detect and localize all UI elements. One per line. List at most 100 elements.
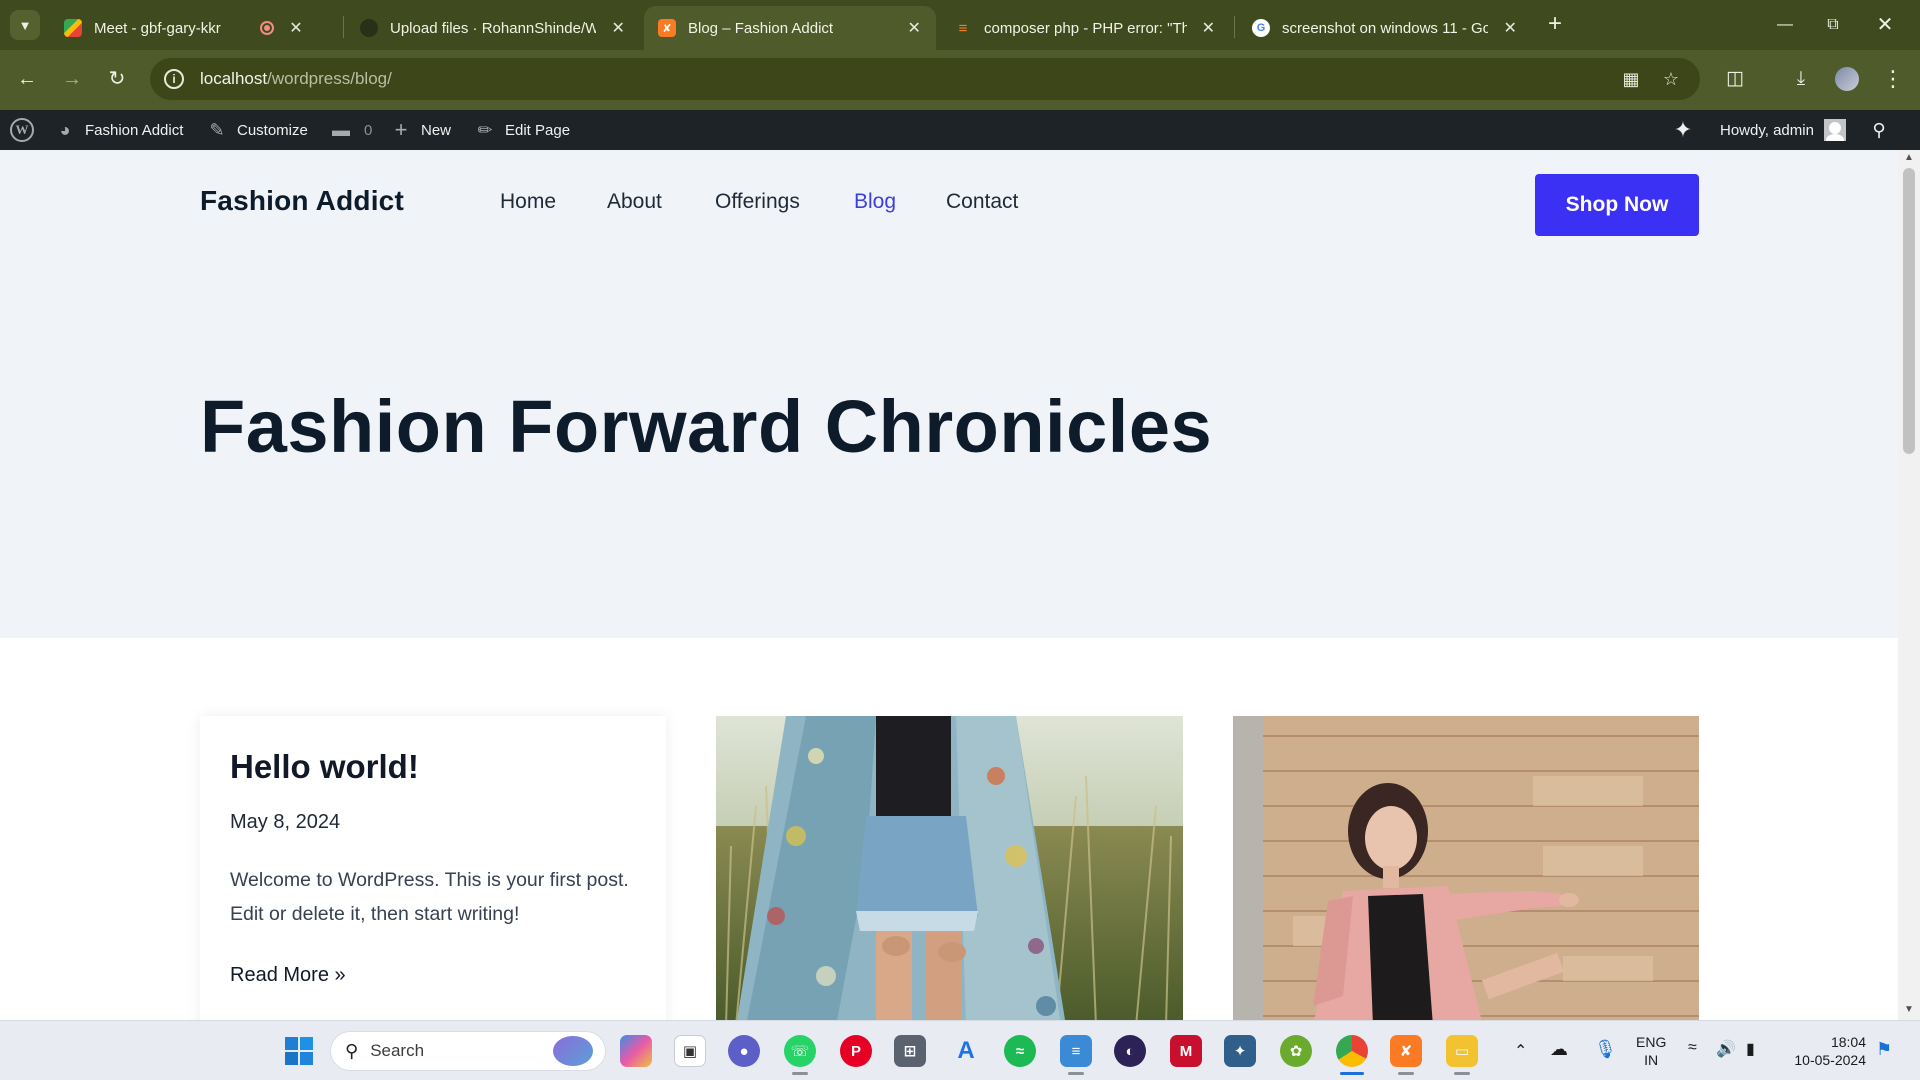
dashboard-gauge-icon: ◕ (59, 119, 71, 140)
show-hidden-icons-button[interactable]: ⌃ (1514, 1041, 1527, 1061)
nav-home[interactable]: Home (500, 190, 556, 214)
windows-start-button[interactable] (283, 1035, 315, 1067)
chrome-icon[interactable] (1336, 1035, 1368, 1067)
avatar (1823, 119, 1846, 141)
wordpress-logo[interactable]: W (10, 110, 34, 150)
admin-account-menu[interactable]: Howdy, admin (1720, 110, 1846, 150)
teams-chat-icon[interactable]: ● (728, 1035, 760, 1067)
whatsapp-icon[interactable]: ☏ (784, 1035, 816, 1067)
task-view-icon[interactable]: ▣ (674, 1035, 706, 1067)
admin-customize-link[interactable]: ✎ Customize (206, 110, 307, 150)
search-icon: ⚲ (345, 1040, 359, 1061)
notepad-icon[interactable]: ≡ (1060, 1035, 1092, 1067)
app-active-indicator (1340, 1072, 1364, 1075)
xampp-icon: ✘ (658, 19, 676, 37)
ai-sparkle-button[interactable]: ✦ (1672, 110, 1703, 150)
nav-about[interactable]: About (607, 190, 662, 214)
tab-meet[interactable]: Meet - gbf-gary-kkr ✕ (50, 6, 340, 50)
battery-icon[interactable]: ▮ (1746, 1039, 1755, 1059)
app-store-icon[interactable]: A (950, 1035, 982, 1067)
eclipse-icon[interactable]: ◐ (1114, 1035, 1146, 1067)
language-code: ENG (1636, 1034, 1667, 1050)
site-info-icon[interactable]: i (164, 69, 184, 89)
nav-contact[interactable]: Contact (946, 190, 1018, 214)
scroll-down-arrow-icon[interactable]: ▼ (1898, 1002, 1920, 1018)
mysql-workbench-icon[interactable]: ✦ (1224, 1035, 1256, 1067)
onedrive-cloud-icon[interactable]: ☁ (1550, 1039, 1568, 1060)
tab-blog-active[interactable]: ✘ Blog – Fashion Addict ✕ (644, 6, 936, 50)
tab-github[interactable]: Upload files · RohannShinde/W ✕ (346, 6, 640, 50)
read-more-link[interactable]: Read More » (230, 964, 346, 987)
address-bar[interactable]: i localhost/wordpress/blog/ ▦ ☆ (150, 58, 1700, 100)
app-running-indicator (792, 1072, 808, 1075)
translate-icon[interactable]: ▦ (1620, 68, 1642, 90)
taskbar-search-placeholder: Search (370, 1041, 425, 1060)
notification-bell-icon[interactable]: ⚑ (1876, 1039, 1892, 1060)
xampp-icon[interactable]: ✘ (1390, 1035, 1422, 1067)
admin-comments-link[interactable]: ▬ 0 (330, 110, 372, 150)
close-tab-icon[interactable]: ✕ (288, 18, 304, 38)
minimize-button[interactable]: — (1762, 10, 1808, 40)
post-image-pink-coat[interactable] (1233, 716, 1699, 1020)
reload-button[interactable]: ↻ (102, 64, 132, 94)
mcafee-icon[interactable]: M (1170, 1035, 1202, 1067)
pinterest-icon[interactable]: P (840, 1035, 872, 1067)
close-window-button[interactable]: ✕ (1862, 10, 1908, 40)
spotify-icon[interactable]: ≈ (1004, 1035, 1036, 1067)
tab-search-button[interactable]: ▼ (10, 10, 40, 40)
microphone-icon[interactable]: 🎙 (1594, 1039, 1617, 1060)
back-button[interactable]: ← (12, 64, 42, 94)
close-tab-icon[interactable]: ✕ (1502, 18, 1518, 38)
bookmark-star-icon[interactable]: ☆ (1660, 68, 1682, 90)
admin-search-button[interactable]: ⚲ (1868, 110, 1899, 150)
tab-title: Blog – Fashion Addict (688, 19, 834, 37)
close-tab-icon[interactable]: ✕ (1201, 18, 1216, 38)
recording-icon (260, 21, 274, 35)
nav-offerings[interactable]: Offerings (715, 190, 800, 214)
post-title[interactable]: Hello world! (230, 748, 419, 786)
nav-blog[interactable]: Blog (854, 190, 896, 214)
calculator-icon[interactable]: ⊞ (894, 1035, 926, 1067)
profile-avatar[interactable] (1832, 64, 1862, 94)
pencil-icon: ✏ (477, 119, 493, 140)
post-image-kimono[interactable] (716, 716, 1183, 1020)
github-icon (360, 19, 378, 37)
tab-google-search[interactable]: G screenshot on windows 11 - Go ✕ (1238, 6, 1532, 50)
extensions-icon[interactable]: ◫ (1720, 64, 1750, 94)
close-tab-icon[interactable]: ✕ (906, 18, 922, 38)
windows-taskbar: ⚲ Search ▣ ● ☏ P ⊞ A ≈ ≡ ◐ M ✦ ✿ ✘ ▭ ⌃ ☁… (0, 1020, 1920, 1080)
google-icon: G (1252, 19, 1270, 37)
shop-now-button[interactable]: Shop Now (1535, 174, 1699, 236)
restore-button[interactable]: ⧉ (1810, 10, 1856, 40)
scrollbar-thumb[interactable] (1903, 168, 1915, 454)
clock-date: 10-05-2024 (1794, 1052, 1866, 1068)
admin-edit-page-link[interactable]: ✏ Edit Page (474, 110, 570, 150)
volume-icon[interactable]: 🔊 (1716, 1039, 1736, 1059)
close-tab-icon[interactable]: ✕ (610, 18, 626, 38)
site-header-hero: Fashion Addict Home About Offerings Blog… (0, 150, 1898, 638)
search-icon: ⚲ (1872, 119, 1886, 140)
copilot-icon[interactable] (620, 1035, 652, 1067)
admin-site-link[interactable]: ◕ Fashion Addict (54, 110, 184, 150)
browser-menu-icon[interactable]: ⋮ (1878, 64, 1908, 94)
admin-greeting: Howdy, admin (1720, 121, 1814, 139)
language-indicator[interactable]: ENG IN (1636, 1033, 1666, 1069)
file-explorer-icon[interactable]: ▭ (1446, 1035, 1478, 1067)
stackoverflow-icon: ≡ (958, 19, 968, 37)
url-text[interactable]: localhost/wordpress/blog/ (200, 69, 392, 89)
download-icon[interactable]: ⤓ (1786, 64, 1816, 94)
tab-title: Upload files · RohannShinde/W (390, 19, 597, 37)
tab-divider (1234, 16, 1235, 38)
clock[interactable]: 18:04 10-05-2024 (1790, 1033, 1866, 1069)
tab-stackoverflow[interactable]: ≡ composer php - PHP error: "The ✕ (940, 6, 1230, 50)
admin-new-link[interactable]: + New (390, 110, 451, 150)
page-scrollbar[interactable]: ▲ ▼ (1898, 150, 1920, 1020)
spring-tools-icon[interactable]: ✿ (1280, 1035, 1312, 1067)
taskbar-search-box[interactable]: ⚲ Search (330, 1031, 606, 1071)
site-brand[interactable]: Fashion Addict (200, 185, 404, 217)
windows-logo-icon (285, 1037, 313, 1065)
wifi-icon[interactable]: ≈ (1688, 1039, 1697, 1057)
scroll-up-arrow-icon[interactable]: ▲ (1898, 150, 1920, 166)
forward-button[interactable]: → (57, 64, 87, 94)
new-tab-button[interactable]: + (1542, 12, 1568, 38)
